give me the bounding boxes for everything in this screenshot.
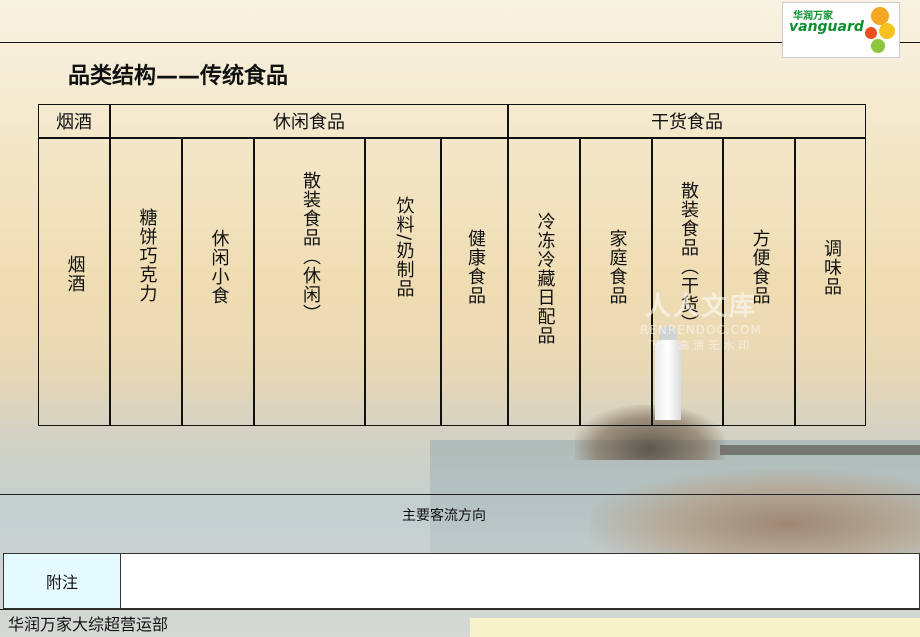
column-cell: 糖饼巧克力 (110, 138, 182, 426)
note-label: 附注 (4, 554, 121, 608)
logo-dot-yellow (879, 23, 895, 39)
company-logo: 华润万家 vanguard (782, 2, 900, 58)
column-label-household-food: 家庭食品 (606, 229, 628, 305)
page-title: 品类结构——传统食品 (68, 64, 289, 89)
footer-bar (470, 618, 920, 637)
watermark: 人人文库 RENRENDOC.COM 下载高清无水印 (640, 286, 762, 353)
customer-flow-label: 主要客流方向 (402, 508, 486, 524)
flow-divider (0, 494, 920, 495)
shore-rocks (590, 470, 920, 560)
logo-en-text: vanguard (789, 19, 864, 35)
column-label-beverage-dairy: 饮料/奶制品 (393, 195, 415, 299)
column-cell: 散装食品（休闲） (254, 138, 365, 426)
watermark-sub: RENRENDOC.COM (640, 323, 762, 337)
footer-divider (0, 609, 920, 610)
column-label-seasoning: 调味品 (820, 238, 842, 296)
watermark-tag: 下载高清无水印 (648, 339, 754, 352)
column-cell: 休闲小食 (182, 138, 254, 426)
column-label-tobacco: 烟酒 (64, 255, 86, 293)
watermark-main: 人人文库 (644, 292, 757, 322)
footer-department: 华润万家大综超营运部 (8, 615, 169, 634)
logo-dot-green (871, 39, 885, 53)
group-header-snacks: 休闲食品 (273, 112, 345, 133)
column-cell: 冷冻冷藏日配品 (508, 138, 580, 426)
column-cell: 健康食品 (441, 138, 508, 426)
column-cell: 烟酒 (38, 138, 110, 426)
note-row: 附注 (3, 553, 920, 609)
column-label-chilled-frozen: 冷冻冷藏日配品 (534, 211, 556, 345)
column-cell: 方便食品 (723, 138, 795, 426)
column-label-snack-food: 休闲小食 (208, 229, 230, 305)
column-cell: 调味品 (795, 138, 866, 426)
column-cell: 散装食品（干货） (652, 138, 723, 426)
column-label-bulk-snacks: 散装食品（休闲） (299, 171, 321, 323)
pier-background (720, 445, 920, 455)
column-label-candy: 糖饼巧克力 (136, 207, 158, 303)
group-header-tobacco: 烟酒 (56, 112, 92, 133)
column-cell: 家庭食品 (580, 138, 652, 426)
column-cell: 饮料/奶制品 (365, 138, 441, 426)
column-label-health-food: 健康食品 (464, 229, 486, 305)
logo-dot-red (865, 27, 877, 39)
group-header-dry-goods: 干货食品 (651, 112, 723, 133)
